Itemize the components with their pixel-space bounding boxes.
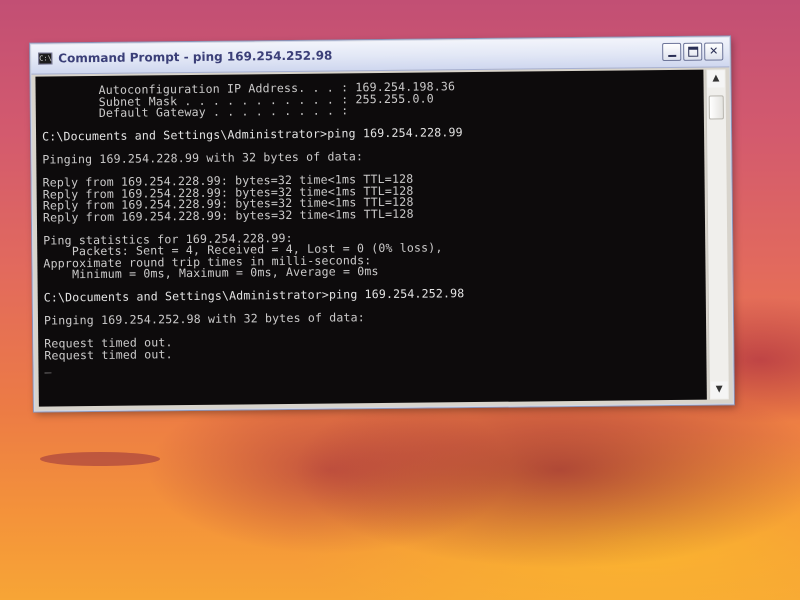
maximize-button[interactable] (683, 42, 703, 61)
close-button[interactable]: ✕ (704, 42, 724, 61)
scroll-up-arrow-icon[interactable]: ▲ (707, 70, 725, 88)
desktop-background-cloud (40, 452, 160, 466)
title-bar[interactable]: C:\ Command Prompt - ping 169.254.252.98… (31, 37, 730, 75)
command-prompt-window[interactable]: C:\ Command Prompt - ping 169.254.252.98… (30, 36, 734, 412)
vertical-scrollbar[interactable]: ▲ ▼ (705, 69, 729, 400)
window-title: Command Prompt - ping 169.254.252.98 (58, 48, 333, 66)
minimize-button[interactable] (662, 42, 682, 62)
close-icon: ✕ (709, 44, 719, 58)
maximize-icon (687, 46, 698, 57)
scroll-down-arrow-icon[interactable]: ▼ (710, 381, 728, 399)
minimize-icon (667, 54, 676, 57)
console-output[interactable]: Autoconfiguration IP Address. . . : 169.… (35, 69, 707, 407)
scroll-thumb[interactable] (708, 95, 724, 120)
console-icon[interactable]: C:\ (38, 52, 53, 65)
